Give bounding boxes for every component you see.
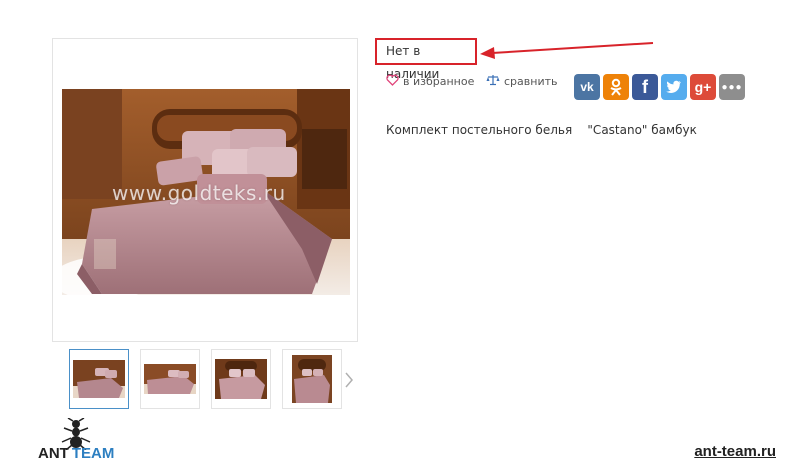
favorite-label: в избранное [403, 75, 475, 88]
social-share-bar: vk f g+ ●●● [574, 74, 745, 100]
annotation-arrow [480, 42, 654, 59]
vk-share-button[interactable]: vk [574, 74, 600, 100]
facebook-icon: f [642, 76, 648, 97]
more-dots-icon: ●●● [721, 81, 743, 93]
image-watermark: www.goldteks.ru [112, 181, 286, 205]
thumbnail-4[interactable] [282, 349, 342, 409]
odnoklassniki-share-button[interactable] [603, 74, 629, 100]
twitter-icon [666, 80, 681, 93]
thumbnail-image [292, 355, 332, 403]
main-product-image[interactable]: www.goldteks.ru [62, 89, 350, 295]
chevron-right-icon[interactable] [344, 371, 358, 391]
vk-icon: vk [580, 80, 594, 94]
google-plus-icon: g+ [694, 79, 712, 95]
logo-text: ANT TEAM [38, 445, 114, 462]
thumbnail-1[interactable] [69, 349, 129, 409]
twitter-share-button[interactable] [661, 74, 687, 100]
compare-label: сравнить [504, 75, 558, 88]
facebook-share-button[interactable]: f [632, 74, 658, 100]
product-title: Комплект постельного белья "Castano" бам… [386, 123, 697, 137]
compare-button[interactable]: сравнить [486, 74, 558, 89]
google-plus-share-button[interactable]: g+ [690, 74, 716, 100]
main-product-image-frame[interactable]: www.goldteks.ru [52, 38, 358, 342]
thumbnail-image [215, 359, 267, 399]
logo-word-ant: ANT [38, 445, 69, 462]
stock-status: Нет в наличии [375, 38, 477, 81]
thumbnail-image [73, 360, 125, 398]
scales-icon [486, 74, 500, 89]
thumbnail-image [144, 364, 196, 394]
more-share-button[interactable]: ●●● [719, 74, 745, 100]
logo-word-team: TEAM [71, 445, 115, 462]
thumbnail-3[interactable] [211, 349, 271, 409]
odnoklassniki-icon [610, 78, 622, 96]
add-to-favorites-button[interactable]: в избранное [386, 74, 474, 89]
site-url-link[interactable]: ant-team.ru [694, 443, 776, 460]
ant-team-logo: ANT TEAM [38, 418, 138, 463]
thumbnail-2[interactable] [140, 349, 200, 409]
heart-icon [386, 74, 399, 89]
